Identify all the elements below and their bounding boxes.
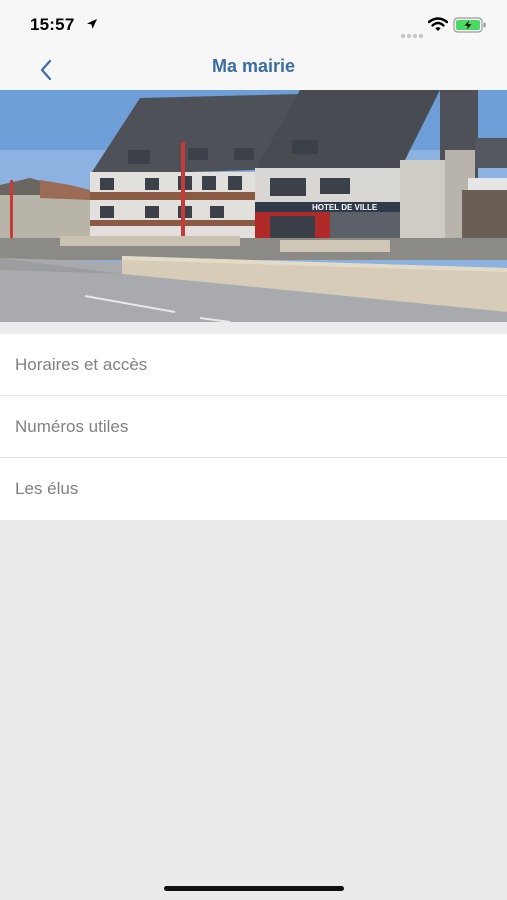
signal-icon xyxy=(400,26,424,44)
menu-list: Horaires et accès Numéros utiles Les élu… xyxy=(0,334,507,520)
status-time: 15:57 xyxy=(30,15,75,34)
menu-item-numeros[interactable]: Numéros utiles xyxy=(0,396,507,458)
menu-item-elus[interactable]: Les élus xyxy=(0,458,507,520)
battery-charging-icon xyxy=(453,17,487,38)
navigation-bar: Ma mairie xyxy=(0,50,507,90)
menu-item-horaires[interactable]: Horaires et accès xyxy=(0,334,507,396)
status-bar: 15:57 xyxy=(0,0,507,50)
location-arrow-icon xyxy=(86,17,98,35)
page-title: Ma mairie xyxy=(211,56,296,76)
town-hall-photo: HOTEL DE VILLE xyxy=(0,90,507,322)
home-indicator[interactable] xyxy=(164,886,344,891)
hotel-de-ville-sign: HOTEL DE VILLE xyxy=(312,203,378,212)
wifi-icon xyxy=(427,17,449,37)
